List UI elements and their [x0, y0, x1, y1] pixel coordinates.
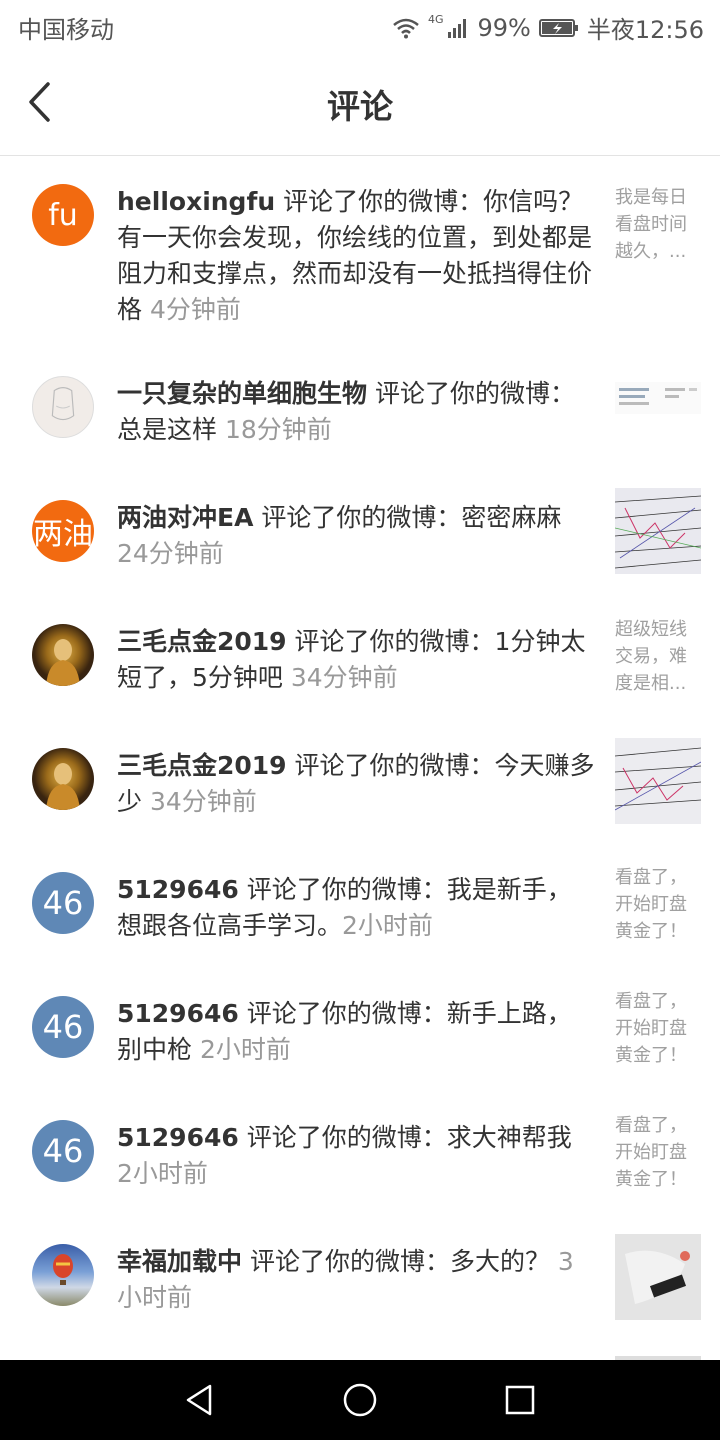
comment-text: 5129646 评论了你的微博：新手上路，别中枪 2小时前: [117, 996, 595, 1068]
comment-time: 4分钟前: [149, 295, 241, 324]
status-icons: 4G 99% 半夜12:56: [392, 10, 704, 45]
comment-time: 34分钟前: [149, 787, 257, 816]
comment-item[interactable]: 两油 两油对冲EA 评论了你的微博：密密麻麻 24分钟前: [0, 488, 720, 580]
buddha-avatar-image: [46, 639, 80, 686]
avatar[interactable]: 46: [32, 1120, 94, 1182]
comment-item[interactable]: 一只复杂的单细胞生物 评论了你的微博：总是这样 18分钟前: [0, 376, 720, 456]
balloon-avatar-image: [53, 1254, 73, 1285]
app-header: 评论: [0, 50, 720, 156]
nav-recent-button[interactable]: [500, 1380, 540, 1420]
weibo-thumbnail[interactable]: [615, 1234, 701, 1320]
username-link[interactable]: 5129646: [117, 1123, 239, 1152]
system-nav-bar: [0, 1360, 720, 1440]
chart-screenshot-image: [615, 738, 701, 824]
weibo-preview-text[interactable]: 我是每日看盘时间越久，...: [615, 184, 699, 265]
comment-text: 5129646 评论了你的微博：求大神帮我 2小时前: [117, 1120, 595, 1192]
comment-item[interactable]: 46 5129646 评论了你的微博：求大神帮我 2小时前 看盘了，开始盯盘黄金…: [0, 1115, 720, 1200]
avatar[interactable]: [32, 748, 94, 810]
avatar[interactable]: 46: [32, 872, 94, 934]
weibo-thumbnail[interactable]: [615, 488, 701, 574]
comment-item[interactable]: 46 5129646 评论了你的微博：新手上路，别中枪 2小时前 看盘了，开始盯…: [0, 991, 720, 1076]
comment-text: 两油对冲EA 评论了你的微博：密密麻麻 24分钟前: [117, 500, 595, 572]
weibo-preview-text[interactable]: 看盘了，开始盯盘黄金了！: [615, 864, 699, 945]
clock: 半夜12:56: [586, 16, 704, 44]
comment-time: 34分钟前: [290, 663, 398, 692]
username-link[interactable]: 5129646: [117, 875, 239, 904]
sketch-avatar-image: [51, 387, 75, 421]
username-link[interactable]: 5129646: [117, 999, 239, 1028]
status-bar: 中国移动 4G 99% 半夜12:56: [0, 0, 720, 50]
avatar[interactable]: [32, 376, 94, 438]
square-recent-icon: [505, 1385, 535, 1415]
chart-screenshot-image: [615, 488, 701, 574]
comment-text: 一只复杂的单细胞生物 评论了你的微博：总是这样 18分钟前: [117, 376, 595, 448]
comment-text: 三毛点金2019 评论了你的微博：1分钟太短了，5分钟吧 34分钟前: [117, 624, 595, 696]
comment-text: helloxingfu 评论了你的微博：你信吗？有一天你会发现，你绘线的位置，到…: [117, 184, 595, 328]
battery-percent: 99%: [477, 13, 531, 42]
comment-time: 24分钟前: [117, 539, 224, 568]
comment-item[interactable]: 三毛点金2019 评论了你的微博：今天赚多少 34分钟前: [0, 738, 720, 828]
network-type-label: 4G: [427, 13, 444, 26]
comment-time: 2小时前: [199, 1035, 291, 1064]
nav-home-button[interactable]: [340, 1380, 380, 1420]
signal-icon: [447, 17, 469, 39]
comment-item[interactable]: 46 5129646 评论了你的微博：我是新手，想跟各位高手学习。2小时前 看盘…: [0, 867, 720, 952]
avatar[interactable]: [32, 1244, 94, 1306]
weibo-thumbnail[interactable]: [615, 738, 701, 824]
username-link[interactable]: 幸福加载中: [117, 1247, 242, 1276]
weibo-preview-text[interactable]: 超级短线交易，难度是相...: [615, 616, 699, 697]
username-link[interactable]: helloxingfu: [117, 187, 275, 216]
comment-item[interactable]: 幸福加载中 评论了你的微博：多大的？ 3小时前: [0, 1234, 720, 1324]
carrier-label: 中国移动: [18, 16, 114, 44]
comment-content: 评论了你的微博：多大的？: [242, 1247, 558, 1276]
comment-text: 三毛点金2019 评论了你的微博：今天赚多少 34分钟前: [117, 748, 595, 820]
page-title: 评论: [327, 87, 393, 126]
username-link[interactable]: 三毛点金2019: [117, 751, 287, 780]
photo-thumbnail-image: [615, 1234, 701, 1320]
username-link[interactable]: 一只复杂的单细胞生物: [117, 379, 367, 408]
comment-text: 5129646 评论了你的微博：我是新手，想跟各位高手学习。2小时前: [117, 872, 595, 944]
comment-time: 2小时前: [342, 911, 433, 940]
avatar[interactable]: 两油: [32, 500, 94, 562]
comment-item[interactable]: 三毛点金2019 评论了你的微博：1分钟太短了，5分钟吧 34分钟前 超级短线交…: [0, 619, 720, 704]
username-link[interactable]: 两油对冲EA: [117, 503, 253, 532]
comment-text: 幸福加载中 评论了你的微博：多大的？ 3小时前: [117, 1244, 595, 1316]
triangle-back-icon: [186, 1384, 212, 1416]
weibo-thumbnail[interactable]: [615, 382, 701, 414]
avatar[interactable]: fu: [32, 184, 94, 246]
table-screenshot-image: [615, 382, 701, 414]
username-link[interactable]: 三毛点金2019: [117, 627, 287, 656]
comment-list: fu helloxingfu 评论了你的微博：你信吗？有一天你会发现，你绘线的位…: [0, 156, 720, 1360]
weibo-preview-text[interactable]: 看盘了，开始盯盘黄金了！: [615, 988, 699, 1069]
comment-time: 2小时前: [117, 1159, 208, 1188]
avatar[interactable]: 46: [32, 996, 94, 1058]
wifi-icon: [392, 17, 420, 39]
battery-charging-icon: [538, 18, 579, 38]
weibo-preview-text[interactable]: 看盘了，开始盯盘黄金了！: [615, 1112, 699, 1193]
buddha-avatar-image: [46, 763, 80, 810]
avatar[interactable]: [32, 624, 94, 686]
circle-home-icon: [343, 1383, 377, 1417]
comment-item[interactable]: fu helloxingfu 评论了你的微博：你信吗？有一天你会发现，你绘线的位…: [0, 184, 720, 334]
comment-content: 评论了你的微博：密密麻麻: [253, 503, 562, 532]
nav-back-button[interactable]: [180, 1380, 220, 1420]
comment-content: 评论了你的微博：求大神帮我: [238, 1123, 572, 1152]
comment-time: 18分钟前: [224, 415, 332, 444]
